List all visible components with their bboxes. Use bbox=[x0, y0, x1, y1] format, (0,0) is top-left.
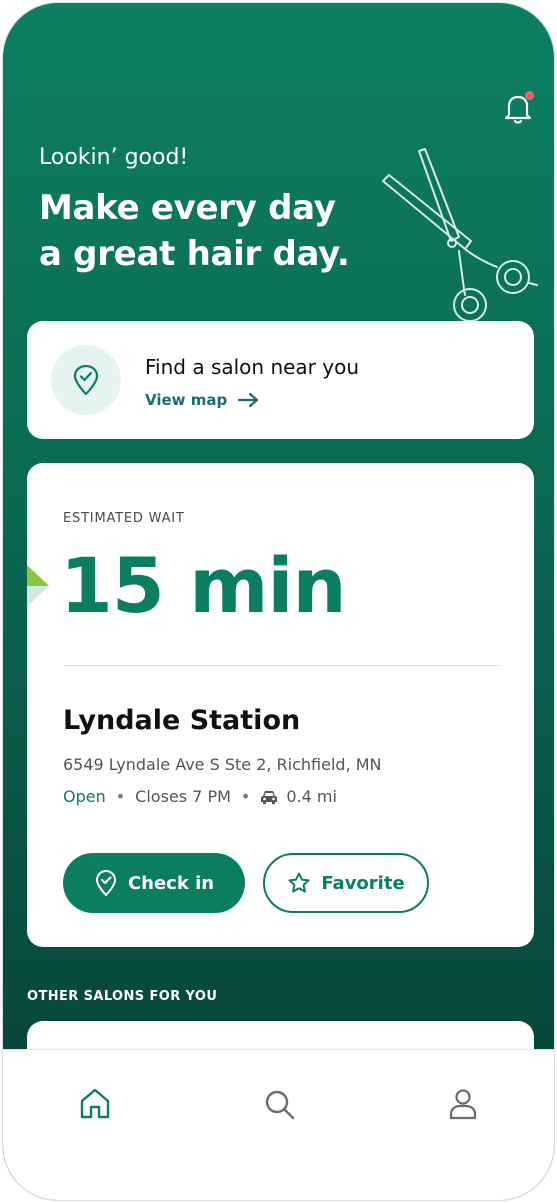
find-salon-title: Find a salon near you bbox=[145, 355, 360, 379]
salon-name: Lyndale Station bbox=[63, 705, 301, 736]
check-in-label: Check in bbox=[127, 872, 215, 894]
open-status: Open bbox=[63, 787, 106, 806]
wait-ribbon-accent bbox=[27, 565, 49, 607]
scissors-illustration bbox=[382, 148, 538, 322]
estimated-wait-value: 15 min bbox=[60, 541, 347, 630]
view-map-label: View map bbox=[145, 391, 228, 409]
search-icon[interactable] bbox=[261, 1086, 297, 1122]
profile-icon[interactable] bbox=[445, 1086, 481, 1122]
headline-line-2: a great hair day. bbox=[39, 234, 350, 274]
estimated-wait-label: ESTIMATED WAIT bbox=[63, 511, 185, 526]
favorite-label: Favorite bbox=[321, 872, 405, 894]
arrow-right-icon bbox=[238, 392, 259, 408]
greeting-text: Lookin’ good! bbox=[39, 145, 189, 170]
closing-time: Closes 7 PM bbox=[135, 787, 231, 806]
home-icon[interactable] bbox=[77, 1086, 113, 1122]
view-map-link[interactable]: View map bbox=[145, 391, 259, 409]
find-salon-card[interactable]: Find a salon near you View map bbox=[27, 321, 534, 439]
location-pin-badge bbox=[51, 345, 121, 415]
distance: 0.4 mi bbox=[286, 787, 337, 806]
salon-address: 6549 Lyndale Ave S Ste 2, Richfield, MN bbox=[63, 755, 382, 774]
favorite-button[interactable]: Favorite bbox=[263, 853, 429, 913]
location-check-icon bbox=[73, 364, 99, 396]
car-icon bbox=[261, 790, 278, 804]
bottom-tab-bar bbox=[3, 1049, 554, 1200]
other-salons-heading: OTHER SALONS FOR YOU bbox=[27, 989, 218, 1004]
app-screen: Lookin’ good! Make every day a great hai… bbox=[2, 2, 555, 1201]
check-in-button[interactable]: Check in bbox=[63, 853, 245, 913]
star-icon bbox=[288, 872, 310, 893]
salon-status-row: Open • Closes 7 PM • 0.4 mi bbox=[63, 787, 337, 806]
separator-dot: • bbox=[115, 787, 126, 806]
location-check-icon bbox=[95, 870, 116, 896]
notification-dot bbox=[525, 91, 534, 100]
separator-dot: • bbox=[240, 787, 251, 806]
headline-line-1: Make every day bbox=[39, 188, 336, 228]
divider bbox=[63, 665, 499, 666]
wait-time-card: ESTIMATED WAIT 15 min Lyndale Station 65… bbox=[27, 463, 534, 947]
headline: Make every day a great hair day. bbox=[39, 185, 350, 277]
